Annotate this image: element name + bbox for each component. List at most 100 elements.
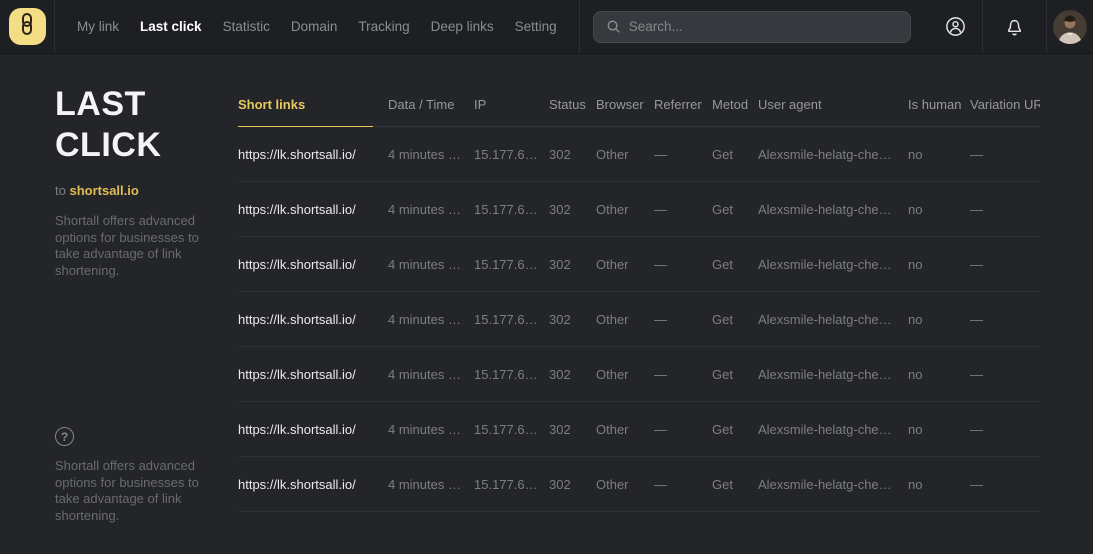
cell-is_human: no: [908, 202, 970, 217]
account-button[interactable]: [929, 0, 982, 53]
cell-short_link[interactable]: https://lk.shortsall.io/: [238, 312, 388, 327]
cell-short_link[interactable]: https://lk.shortsall.io/: [238, 202, 388, 217]
clicks-table-area: Short linksData / TimeIPStatusBrowserRef…: [238, 54, 1093, 553]
search-icon: [606, 19, 621, 34]
cell-variation_url: —: [970, 367, 1040, 382]
cell-metod: Get: [712, 257, 758, 272]
nav-item-statistic[interactable]: Statistic: [223, 19, 270, 34]
sidebar-description: Shortall offers advanced options for bus…: [55, 213, 220, 279]
cell-is_human: no: [908, 257, 970, 272]
column-header-metod[interactable]: Metod: [712, 82, 758, 127]
table-row: https://lk.shortsall.io/4 minutes ago15.…: [238, 127, 1040, 182]
cell-is_human: no: [908, 147, 970, 162]
cell-browser: Other: [596, 147, 654, 162]
cell-user_agent: Alexsmile-helatg-check-...: [758, 147, 908, 162]
cell-metod: Get: [712, 312, 758, 327]
notifications-button[interactable]: [982, 0, 1046, 53]
cell-is_human: no: [908, 422, 970, 437]
sidebar-description-secondary: Shortall offers advanced options for bus…: [55, 458, 220, 524]
nav-item-last-click[interactable]: Last click: [140, 19, 202, 34]
column-header-ip[interactable]: IP: [474, 82, 549, 127]
column-header-status[interactable]: Status: [549, 82, 596, 127]
cell-is_human: no: [908, 367, 970, 382]
clicks-table: Short linksData / TimeIPStatusBrowserRef…: [238, 82, 1040, 512]
table-row: https://lk.shortsall.io/4 minutes ago15.…: [238, 347, 1040, 402]
nav-item-my-link[interactable]: My link: [77, 19, 119, 34]
cell-browser: Other: [596, 202, 654, 217]
column-header-date_time[interactable]: Data / Time: [388, 82, 474, 127]
logo-box: [0, 0, 55, 53]
cell-status: 302: [549, 422, 596, 437]
cell-date_time: 4 minutes ago: [388, 367, 474, 382]
cell-ip: 15.177.66.7: [474, 312, 549, 327]
main-content: LAST CLICK to shortsall.io Shortall offe…: [0, 54, 1093, 553]
column-header-referrer[interactable]: Referrer: [654, 82, 712, 127]
table-row: https://lk.shortsall.io/4 minutes ago15.…: [238, 237, 1040, 292]
cell-browser: Other: [596, 422, 654, 437]
table-body: https://lk.shortsall.io/4 minutes ago15.…: [238, 127, 1040, 512]
cell-referrer: —: [654, 312, 712, 327]
cell-referrer: —: [654, 367, 712, 382]
cell-referrer: —: [654, 422, 712, 437]
link-chain-icon: [20, 13, 34, 40]
cell-date_time: 4 minutes ago: [388, 312, 474, 327]
cell-metod: Get: [712, 367, 758, 382]
cell-date_time: 4 minutes ago: [388, 477, 474, 492]
sidebar: LAST CLICK to shortsall.io Shortall offe…: [0, 54, 238, 553]
cell-short_link[interactable]: https://lk.shortsall.io/: [238, 257, 388, 272]
column-header-user_agent[interactable]: User agent: [758, 82, 908, 127]
cell-user_agent: Alexsmile-helatg-check-...: [758, 312, 908, 327]
table-row: https://lk.shortsall.io/4 minutes ago15.…: [238, 292, 1040, 347]
cell-date_time: 4 minutes ago: [388, 422, 474, 437]
cell-browser: Other: [596, 312, 654, 327]
cell-short_link[interactable]: https://lk.shortsall.io/: [238, 422, 388, 437]
cell-variation_url: —: [970, 312, 1040, 327]
cell-ip: 15.177.66.7: [474, 367, 549, 382]
column-header-variation_url[interactable]: Variation URL: [970, 82, 1040, 127]
help-icon[interactable]: ?: [55, 427, 74, 446]
cell-is_human: no: [908, 312, 970, 327]
cell-ip: 15.177.66.7: [474, 147, 549, 162]
cell-referrer: —: [654, 202, 712, 217]
cell-variation_url: —: [970, 422, 1040, 437]
to-label: to: [55, 183, 66, 198]
cell-status: 302: [549, 202, 596, 217]
cell-status: 302: [549, 147, 596, 162]
cell-is_human: no: [908, 477, 970, 492]
column-header-is_human[interactable]: Is human: [908, 82, 970, 127]
cell-date_time: 4 minutes ago: [388, 202, 474, 217]
cell-metod: Get: [712, 477, 758, 492]
cell-browser: Other: [596, 477, 654, 492]
cell-status: 302: [549, 367, 596, 382]
column-header-short_link[interactable]: Short links: [238, 82, 388, 127]
nav-item-deep-links[interactable]: Deep links: [431, 19, 494, 34]
user-avatar: [1053, 10, 1087, 44]
nav-item-setting[interactable]: Setting: [515, 19, 557, 34]
cell-short_link[interactable]: https://lk.shortsall.io/: [238, 367, 388, 382]
cell-status: 302: [549, 477, 596, 492]
cell-browser: Other: [596, 257, 654, 272]
search-area: [580, 0, 929, 53]
table-row: https://lk.shortsall.io/4 minutes ago15.…: [238, 457, 1040, 512]
cell-status: 302: [549, 257, 596, 272]
nav-item-tracking[interactable]: Tracking: [358, 19, 409, 34]
account-icon: [944, 15, 967, 38]
cell-metod: Get: [712, 202, 758, 217]
search-input[interactable]: [629, 19, 898, 34]
cell-date_time: 4 minutes ago: [388, 257, 474, 272]
nav-item-domain[interactable]: Domain: [291, 19, 338, 34]
cell-ip: 15.177.66.7: [474, 477, 549, 492]
cell-date_time: 4 minutes ago: [388, 147, 474, 162]
cell-user_agent: Alexsmile-helatg-check-...: [758, 367, 908, 382]
main-nav: My link Last click Statistic Domain Tracking…: [55, 0, 580, 53]
domain-link[interactable]: shortsall.io: [69, 183, 138, 198]
user-menu-button[interactable]: [1046, 0, 1093, 53]
cell-short_link[interactable]: https://lk.shortsall.io/: [238, 147, 388, 162]
app-logo-button[interactable]: [9, 8, 46, 45]
search-box[interactable]: [593, 11, 911, 43]
column-header-browser[interactable]: Browser: [596, 82, 654, 127]
cell-variation_url: —: [970, 477, 1040, 492]
cell-short_link[interactable]: https://lk.shortsall.io/: [238, 477, 388, 492]
table-row: https://lk.shortsall.io/4 minutes ago15.…: [238, 182, 1040, 237]
cell-referrer: —: [654, 477, 712, 492]
